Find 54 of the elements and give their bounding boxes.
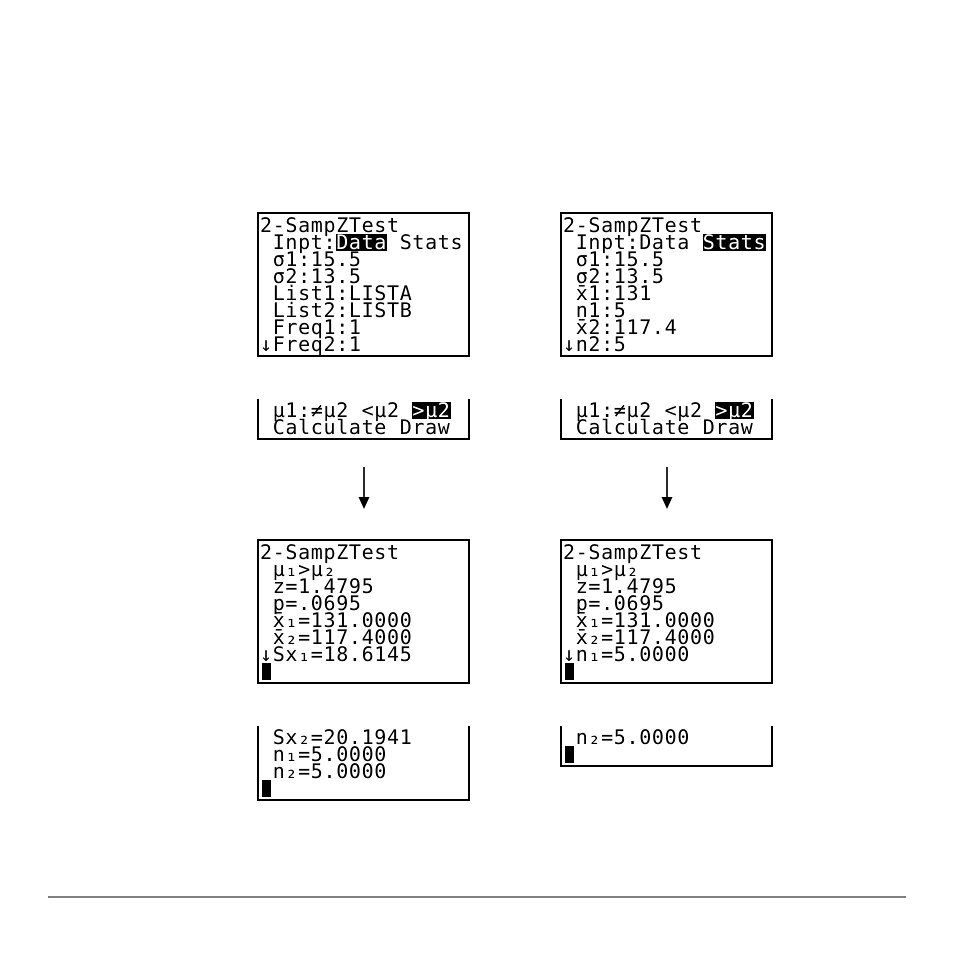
screen-text: σ1:15.5 bbox=[272, 251, 362, 268]
screen-text: Sx₁=18.6145 bbox=[272, 646, 412, 663]
scroll-indicator: ↓ bbox=[260, 646, 273, 663]
menu-option[interactable]: Stats bbox=[400, 234, 464, 251]
menu-option[interactable]: ≠μ2 bbox=[614, 402, 652, 419]
menu-option[interactable]: <μ2 bbox=[664, 402, 703, 419]
menu-option[interactable]: ≠μ2 bbox=[310, 402, 349, 419]
screen-text: n₁=5.0000 bbox=[576, 646, 690, 663]
screen-text: σ2:13.5 bbox=[576, 268, 665, 285]
screen-text: x̄1:131 bbox=[576, 285, 652, 302]
menu-option[interactable]: >μ2 bbox=[412, 402, 450, 419]
screen-text: p=.0695 bbox=[272, 595, 362, 612]
scroll-indicator: ↓ bbox=[563, 646, 576, 663]
menu-option[interactable]: Calculate bbox=[576, 419, 690, 436]
screen-text: n2:5 bbox=[576, 336, 626, 353]
screen-title: 2-SampZTest bbox=[260, 217, 400, 234]
screen-text: z=1.4795 bbox=[272, 578, 374, 595]
screen-text: z=1.4795 bbox=[576, 578, 678, 595]
screen-text: Freq1:1 bbox=[272, 319, 362, 336]
screen-text: n₂=5.0000 bbox=[576, 729, 690, 746]
screen-text: n1:5 bbox=[576, 302, 626, 319]
menu-option[interactable]: Calculate bbox=[272, 419, 387, 436]
screen-text: σ2:13.5 bbox=[272, 268, 362, 285]
screen-text: x̄2:117.4 bbox=[576, 319, 678, 336]
screen-text: x̄₁=131.0000 bbox=[272, 612, 412, 629]
screen-text: x̄₂=117.4000 bbox=[272, 629, 412, 646]
option-label: μ1: bbox=[272, 402, 311, 419]
screen-text: x̄₁=131.0000 bbox=[576, 612, 716, 629]
menu-option[interactable]: <μ2 bbox=[362, 402, 400, 419]
menu-option[interactable]: >μ2 bbox=[715, 402, 754, 419]
screen-text: σ1:15.5 bbox=[576, 251, 665, 268]
screen-text: List1:LISTA bbox=[272, 285, 412, 302]
screen-text: n₂=5.0000 bbox=[272, 763, 387, 780]
option-label: Inpt: bbox=[576, 234, 640, 251]
screen-text: Sx₂=20.1941 bbox=[272, 729, 412, 746]
option-label: μ1: bbox=[576, 402, 614, 419]
option-label: Inpt: bbox=[272, 234, 336, 251]
screen-text: x̄₂=117.4000 bbox=[576, 629, 716, 646]
menu-option[interactable]: Data bbox=[639, 234, 690, 251]
menu-option[interactable]: Draw bbox=[702, 419, 754, 436]
scroll-indicator: ↓ bbox=[563, 336, 576, 353]
screen-title: 2-SampZTest bbox=[563, 217, 703, 234]
screen-text: p=.0695 bbox=[576, 595, 665, 612]
down-arrow bbox=[660, 467, 672, 509]
down-arrow bbox=[358, 467, 370, 509]
scroll-indicator: ↓ bbox=[260, 336, 273, 353]
screen-title: 2-SampZTest bbox=[563, 544, 703, 561]
screen-text: Freq2:1 bbox=[272, 336, 362, 353]
menu-option[interactable]: Data bbox=[336, 234, 388, 251]
screen-text: n₁=5.0000 bbox=[272, 746, 387, 763]
menu-option[interactable]: Stats bbox=[702, 234, 766, 251]
screen-text: List2:LISTB bbox=[272, 302, 412, 319]
menu-option[interactable]: Draw bbox=[400, 419, 450, 436]
screen-title: 2-SampZTest bbox=[260, 544, 400, 561]
